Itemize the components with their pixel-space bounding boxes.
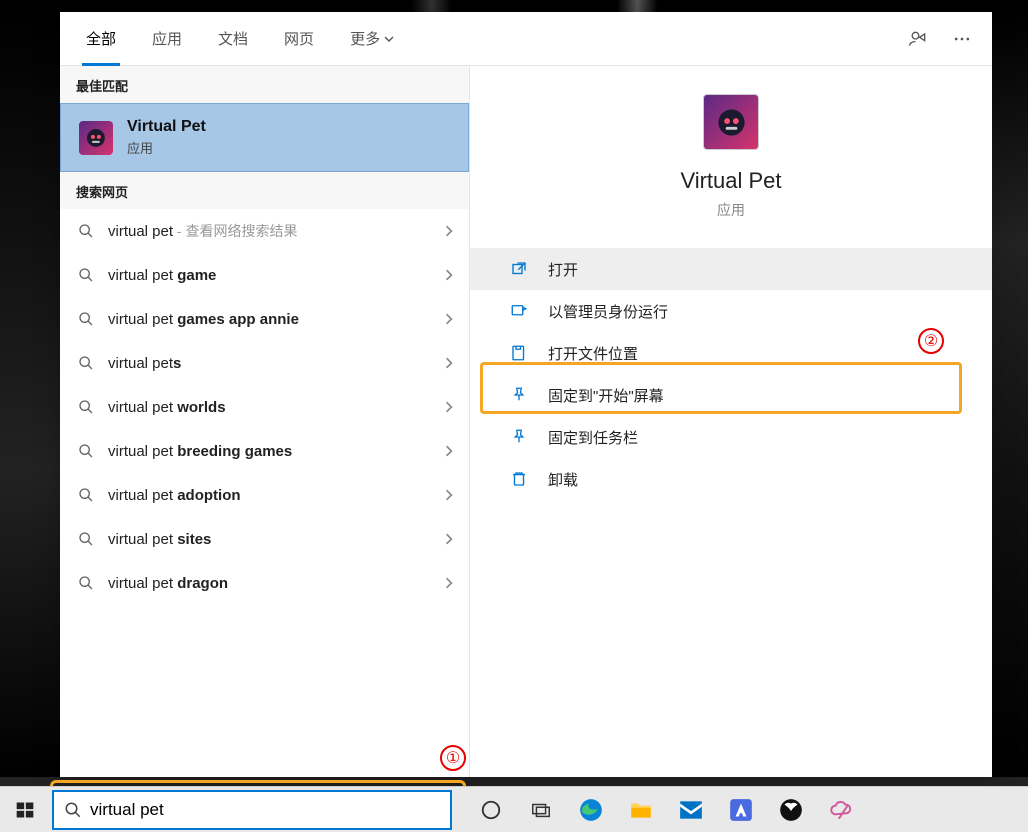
mail-icon[interactable] [670,789,712,831]
more-options-icon[interactable] [940,17,984,61]
web-result[interactable]: virtual pet games app annie [60,297,469,341]
detail-subtitle: 应用 [717,200,745,220]
app-icon [79,121,113,155]
search-icon [78,443,98,459]
chevron-right-icon [443,269,455,281]
web-result[interactable]: virtual pet game [60,253,469,297]
web-result-text: virtual pet breeding games [108,443,443,460]
action-list: 打开 以管理员身份运行 打开文件位置 [470,248,992,500]
action-pin-taskbar[interactable]: 固定到任务栏 [470,416,992,458]
open-icon [510,260,530,278]
chevron-right-icon [443,577,455,589]
search-icon [78,399,98,415]
web-result[interactable]: virtual pet dragon [60,561,469,605]
xbox-icon[interactable] [770,789,812,831]
chevron-right-icon [443,445,455,457]
web-result-text: virtual pet worlds [108,399,443,416]
chevron-right-icon [443,225,455,237]
web-result-text: virtual pet games app annie [108,311,443,328]
web-result-text: virtual pet game [108,267,443,284]
action-pin-start-label: 固定到"开始"屏幕 [548,385,664,406]
pin-taskbar-icon [510,428,530,446]
web-result-text: virtual pet - 查看网络搜索结果 [108,221,443,241]
task-view-icon[interactable] [520,789,562,831]
best-match-result[interactable]: Virtual Pet 应用 [60,103,469,172]
action-open-location[interactable]: 打开文件位置 [470,332,992,374]
start-button[interactable] [4,789,46,831]
search-icon [78,575,98,591]
search-icon [78,355,98,371]
pin-start-icon [510,386,530,404]
cortana-icon[interactable] [470,789,512,831]
taskbar [0,786,1028,832]
app-a-icon[interactable] [720,789,762,831]
web-result-text: virtual pet dragon [108,575,443,592]
web-result[interactable]: virtual pet breeding games [60,429,469,473]
trash-icon [510,470,530,488]
shield-icon [510,302,530,320]
action-uninstall[interactable]: 卸载 [470,458,992,500]
web-result[interactable]: virtual pet adoption [60,473,469,517]
cloud-app-icon[interactable] [820,789,862,831]
file-explorer-icon[interactable] [620,789,662,831]
chevron-down-icon [384,34,394,44]
web-result[interactable]: virtual pet - 查看网络搜索结果 [60,209,469,253]
taskbar-search-input[interactable] [90,792,446,828]
chevron-right-icon [443,489,455,501]
edge-icon[interactable] [570,789,612,831]
tab-web[interactable]: 网页 [266,13,332,65]
search-icon [78,267,98,283]
web-result-text: virtual pet adoption [108,487,443,504]
windows-search-panel: 全部 应用 文档 网页 更多 最佳匹配 [60,12,992,777]
action-pin-start[interactable]: 固定到"开始"屏幕 [470,374,992,416]
chevron-right-icon [443,313,455,325]
action-open[interactable]: 打开 [470,248,992,290]
taskbar-search-box[interactable] [52,790,452,830]
results-column: 最佳匹配 Virtual Pet 应用 搜索网页 virtual pet - 查… [60,66,470,777]
web-result-text: virtual pet sites [108,531,443,548]
web-result[interactable]: virtual pet sites [60,517,469,561]
search-icon [78,487,98,503]
chevron-right-icon [443,357,455,369]
folder-icon [510,344,530,362]
web-result[interactable]: virtual pet worlds [60,385,469,429]
section-search-web: 搜索网页 [60,172,469,209]
section-best-match: 最佳匹配 [60,66,469,103]
chevron-right-icon [443,401,455,413]
tab-all[interactable]: 全部 [68,13,134,65]
search-icon [78,311,98,327]
action-open-location-label: 打开文件位置 [548,343,638,364]
action-uninstall-label: 卸载 [548,469,578,490]
chevron-right-icon [443,533,455,545]
tab-more-label: 更多 [350,28,380,49]
detail-title: Virtual Pet [680,168,781,194]
tab-documents[interactable]: 文档 [200,13,266,65]
search-icon [64,801,82,819]
tab-more[interactable]: 更多 [332,13,412,65]
action-open-label: 打开 [548,259,578,280]
action-pin-taskbar-label: 固定到任务栏 [548,427,638,448]
feedback-icon[interactable] [896,17,940,61]
app-icon-large [703,94,759,150]
action-run-admin[interactable]: 以管理员身份运行 [470,290,992,332]
web-result-text: virtual pets [108,355,443,372]
best-match-subtitle: 应用 [127,138,206,157]
action-run-admin-label: 以管理员身份运行 [548,301,668,322]
tab-apps[interactable]: 应用 [134,13,200,65]
best-match-title: Virtual Pet [127,118,206,136]
search-icon [78,223,98,239]
search-filter-tabs: 全部 应用 文档 网页 更多 [60,12,992,66]
detail-column: Virtual Pet 应用 打开 以管理员身份运行 [470,66,992,777]
search-icon [78,531,98,547]
web-result[interactable]: virtual pets [60,341,469,385]
